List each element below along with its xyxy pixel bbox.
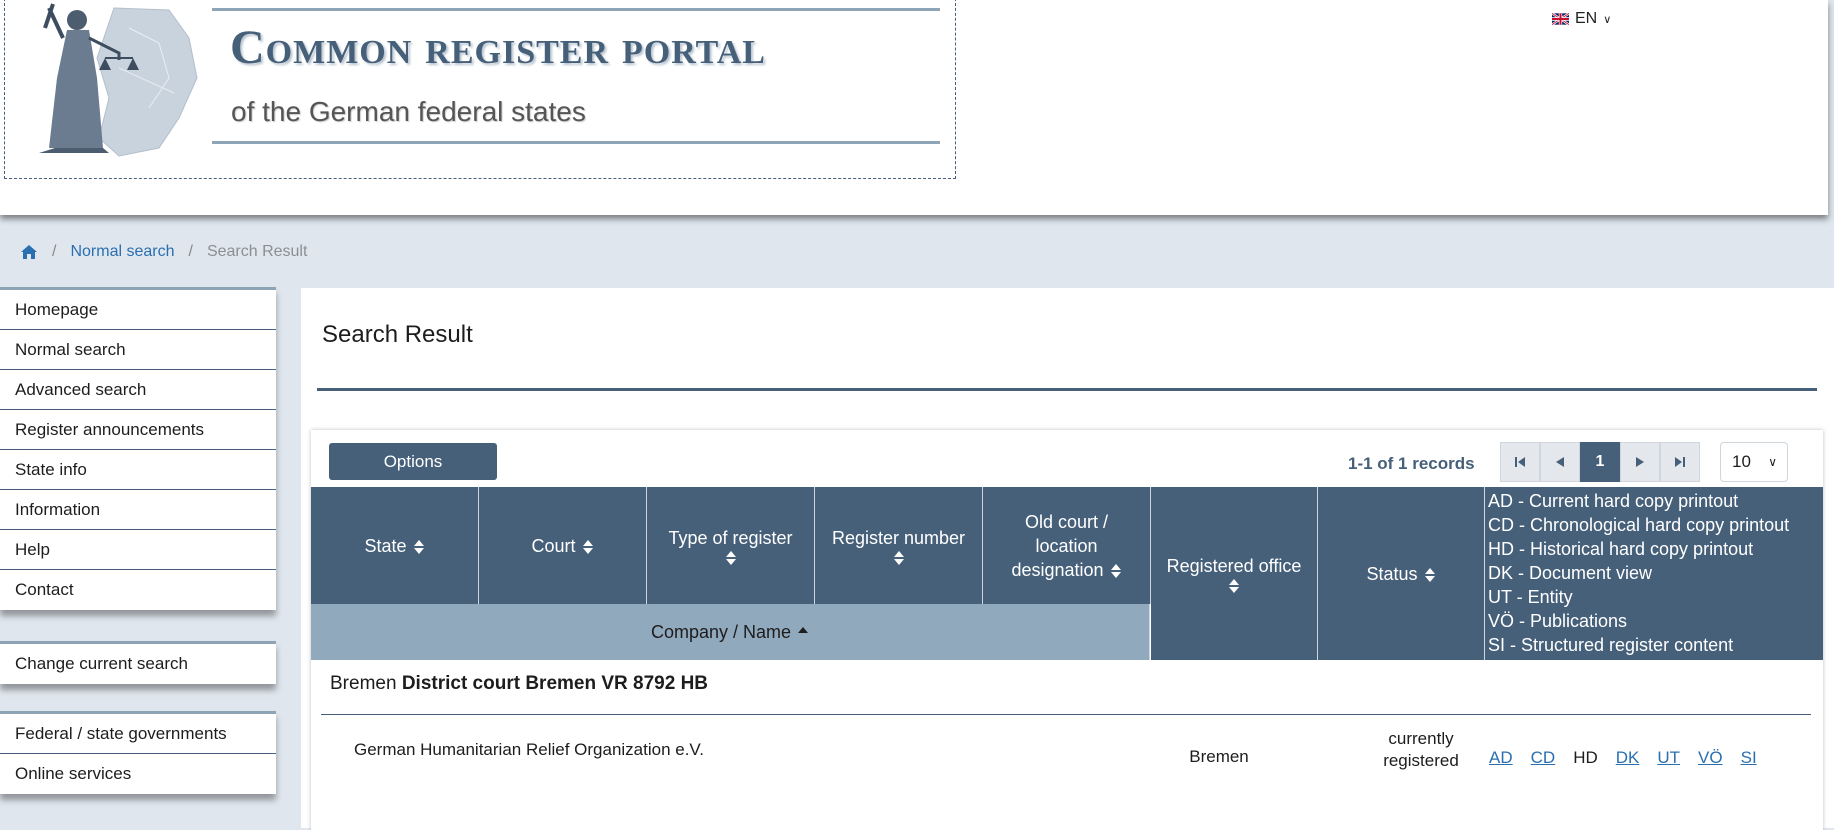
sidebar-extra-menu: Federal / state governments Online servi… bbox=[0, 711, 276, 794]
site-header: Common register portal of the German fed… bbox=[0, 0, 1828, 215]
sidebar-item-federal-state-governments[interactable]: Federal / state governments bbox=[0, 714, 276, 754]
status-line: registered bbox=[1383, 751, 1459, 770]
uk-flag-icon bbox=[1552, 12, 1569, 26]
sidebar-search-menu: Change current search bbox=[0, 641, 276, 684]
sidebar-item-state-info[interactable]: State info bbox=[0, 450, 276, 490]
home-icon[interactable] bbox=[20, 244, 38, 260]
sidebar-item-online-services[interactable]: Online services bbox=[0, 754, 276, 794]
first-page-icon bbox=[1515, 457, 1525, 467]
next-page-icon bbox=[1636, 457, 1644, 467]
link-vo[interactable]: VÖ bbox=[1698, 748, 1723, 768]
previous-page-icon bbox=[1556, 457, 1564, 467]
sidebar-main-menu: Homepage Normal search Advanced search R… bbox=[0, 287, 276, 610]
portal-subtitle: of the German federal states bbox=[231, 96, 586, 127]
sidebar-item-advanced-search[interactable]: Advanced search bbox=[0, 370, 276, 410]
page-number-button[interactable]: 1 bbox=[1580, 442, 1620, 482]
link-ut[interactable]: UT bbox=[1657, 748, 1680, 768]
result-court-line: District court Bremen VR 8792 HB bbox=[401, 673, 709, 694]
next-page-button[interactable] bbox=[1620, 442, 1660, 482]
options-button[interactable]: Options bbox=[329, 443, 497, 480]
result-status: currently registered bbox=[1361, 728, 1481, 772]
sidebar-item-help[interactable]: Help bbox=[0, 530, 276, 570]
language-label: EN bbox=[1575, 10, 1598, 27]
label-hd: HD bbox=[1573, 748, 1598, 767]
last-page-icon bbox=[1675, 457, 1685, 467]
per-page-select[interactable]: 10 ∨ bbox=[1720, 442, 1788, 482]
link-cd[interactable]: CD bbox=[1531, 748, 1556, 768]
chevron-down-icon: ∨ bbox=[1603, 13, 1612, 26]
breadcrumb-normal-search[interactable]: Normal search bbox=[70, 243, 174, 261]
row-divider bbox=[321, 714, 1811, 715]
per-page-value: 10 bbox=[1732, 452, 1751, 471]
justitia-logo-icon bbox=[39, 3, 198, 157]
breadcrumb-separator: / bbox=[52, 243, 57, 260]
language-selector[interactable]: EN ∨ bbox=[1552, 10, 1611, 28]
title-bottom-rule bbox=[212, 141, 940, 144]
search-result-panel: Search Result Options 1-1 of 1 records 1… bbox=[301, 288, 1834, 830]
portal-title: Common register portal bbox=[230, 21, 766, 74]
previous-page-button[interactable] bbox=[1540, 442, 1580, 482]
page-title: Search Result bbox=[322, 321, 473, 348]
document-links: AD CD HD DK UT VÖ SI bbox=[1489, 748, 1757, 768]
title-top-rule bbox=[212, 8, 940, 11]
result-group: Bremen District court Bremen VR 8792 HB … bbox=[311, 487, 1823, 787]
result-state: Bremen bbox=[330, 673, 397, 694]
breadcrumb-current: Search Result bbox=[206, 243, 308, 260]
last-page-button[interactable] bbox=[1660, 442, 1700, 482]
result-registered-office: Bremen bbox=[1189, 747, 1249, 766]
link-dk[interactable]: DK bbox=[1616, 748, 1640, 768]
breadcrumb-separator: / bbox=[188, 243, 193, 260]
sidebar-item-homepage[interactable]: Homepage bbox=[0, 290, 276, 330]
link-ad[interactable]: AD bbox=[1489, 748, 1513, 768]
chevron-down-icon: ∨ bbox=[1768, 455, 1777, 469]
court-heading: Bremen District court Bremen VR 8792 HB bbox=[330, 673, 708, 695]
first-page-button[interactable] bbox=[1500, 442, 1540, 482]
title-divider bbox=[317, 388, 1817, 391]
pagination: 1 bbox=[1500, 442, 1700, 482]
portal-logo[interactable]: Common register portal of the German fed… bbox=[4, 0, 956, 179]
sidebar-item-contact[interactable]: Contact bbox=[0, 570, 276, 610]
records-count: 1-1 of 1 records bbox=[1348, 454, 1475, 473]
sidebar-item-change-current-search[interactable]: Change current search bbox=[0, 644, 276, 684]
breadcrumb: / Normal search / Search Result bbox=[20, 243, 307, 261]
sidebar-item-register-announcements[interactable]: Register announcements bbox=[0, 410, 276, 450]
status-line: currently bbox=[1388, 729, 1454, 748]
sidebar-item-information[interactable]: Information bbox=[0, 490, 276, 530]
result-company-name: German Humanitarian Relief Organization … bbox=[354, 740, 704, 759]
sidebar-item-normal-search[interactable]: Normal search bbox=[0, 330, 276, 370]
link-si[interactable]: SI bbox=[1741, 748, 1757, 768]
result-table-container: Options 1-1 of 1 records 1 10 ∨ State Co… bbox=[311, 430, 1823, 830]
